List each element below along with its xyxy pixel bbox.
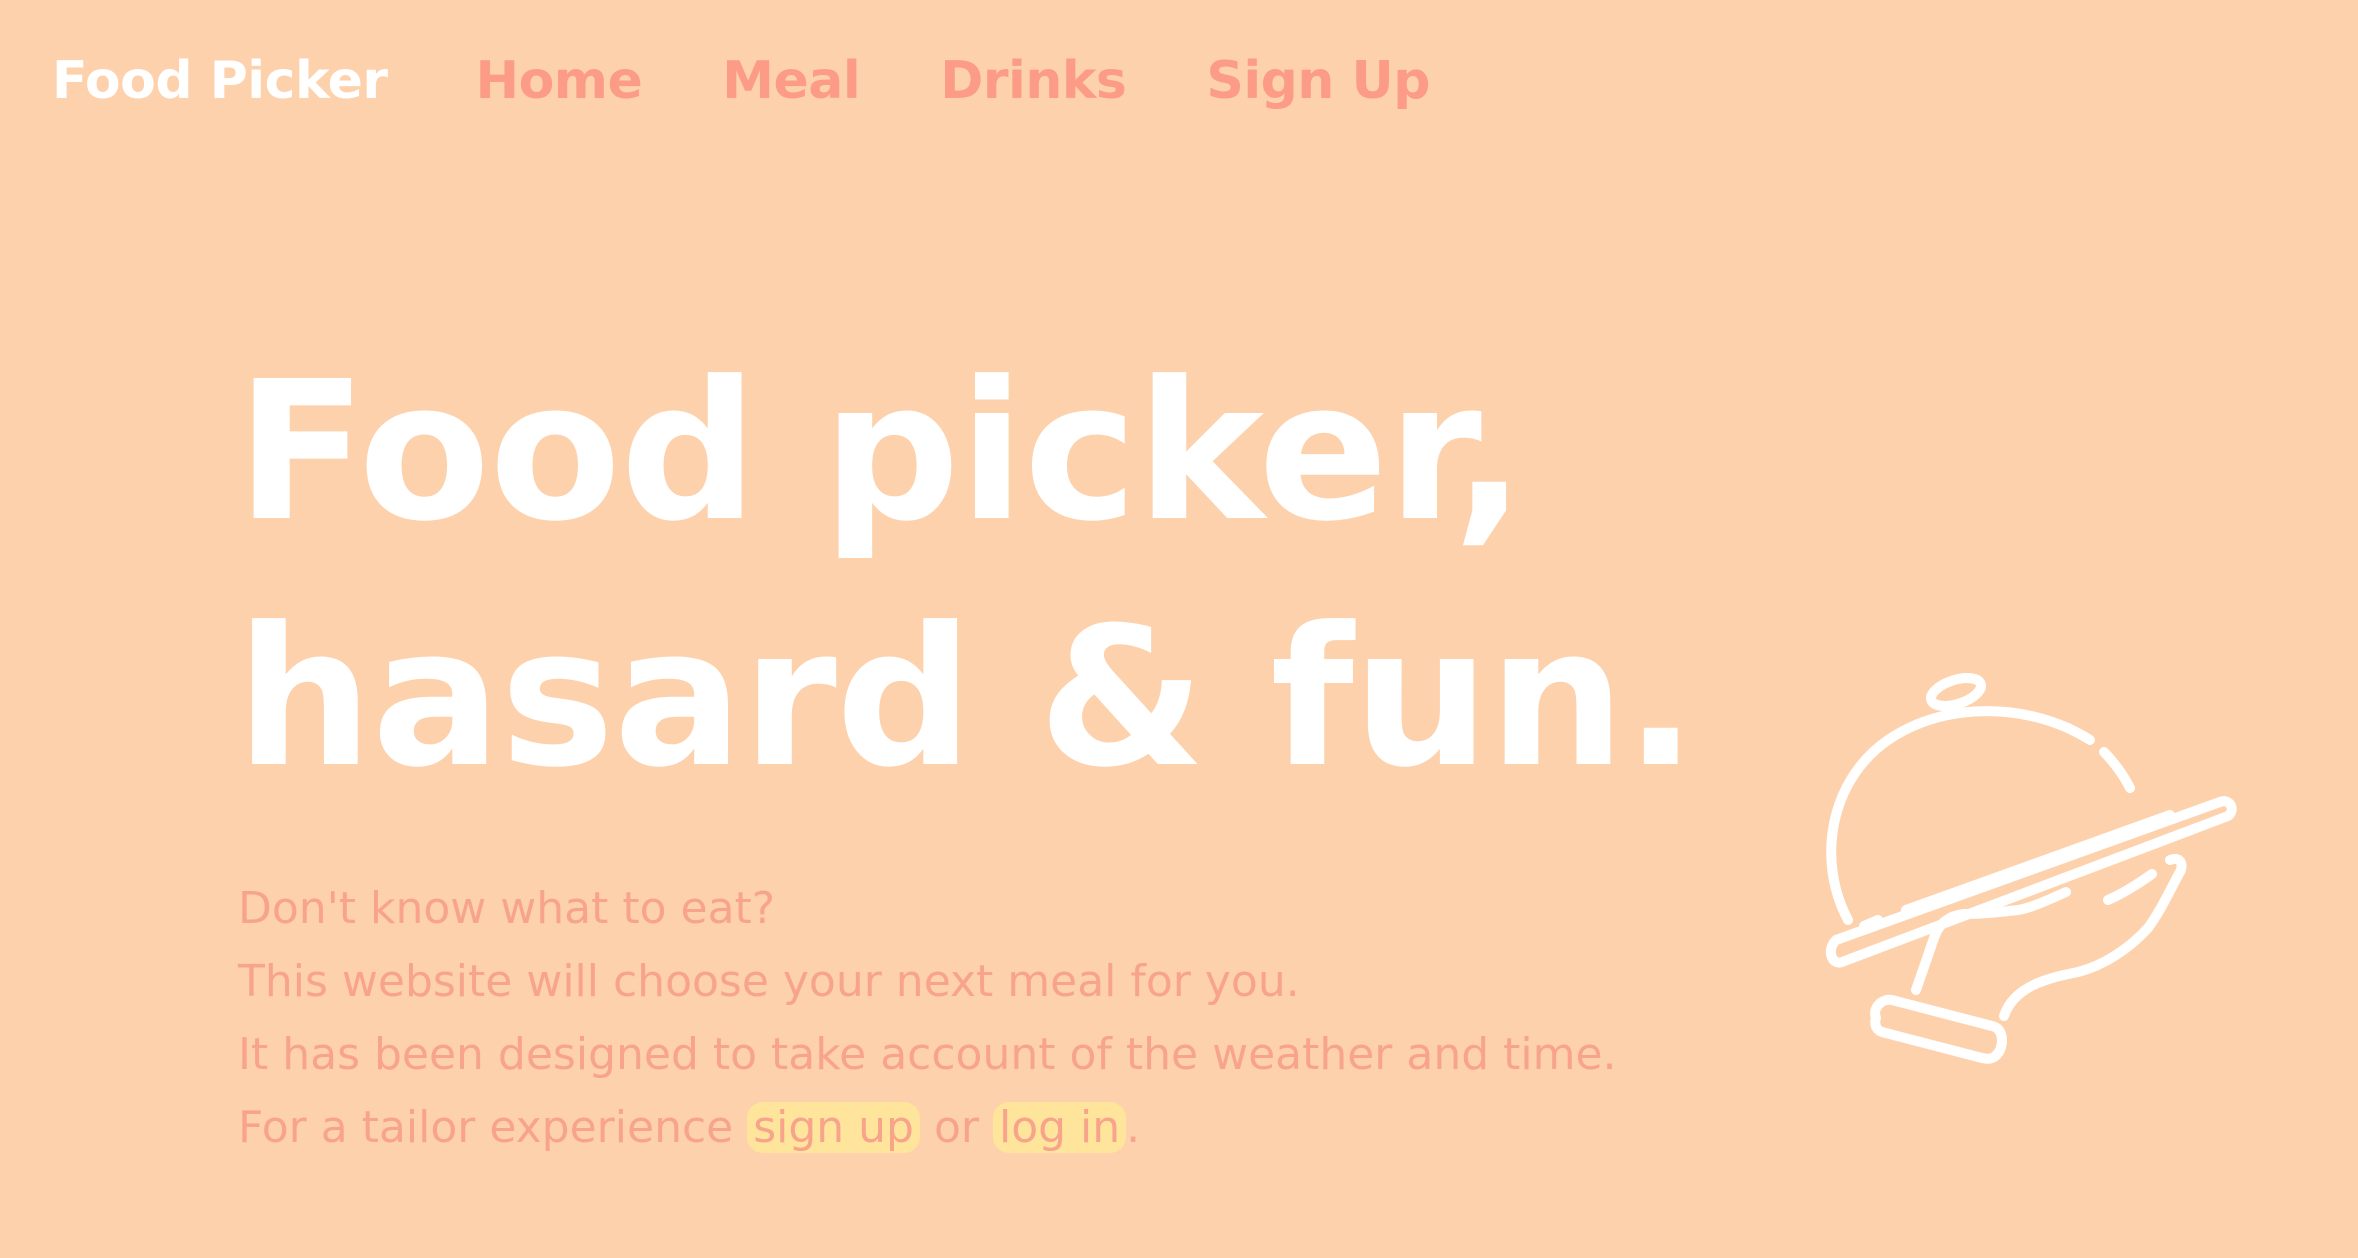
nav-link-sign-up[interactable]: Sign Up — [1206, 51, 1430, 111]
hero-title-line-1: Food picker, — [236, 341, 1526, 564]
serving-cloche-icon — [1825, 673, 2237, 1064]
cta-suffix: . — [1126, 1102, 1141, 1153]
hero-description-line-3: It has been designed to take account of … — [238, 1029, 1617, 1080]
nav-link-meal[interactable]: Meal — [722, 51, 860, 111]
cta-middle: or — [919, 1102, 993, 1153]
hero-title-line-2: hasard & fun. — [236, 587, 1697, 810]
hero-description-line-1: Don't know what to eat? — [238, 883, 776, 934]
log-in-link[interactable]: log in — [992, 1102, 1127, 1153]
nav-link-home[interactable]: Home — [476, 51, 643, 111]
hero-title: Food picker, hasard & fun. — [236, 330, 1697, 822]
sign-up-link[interactable]: sign up — [747, 1102, 920, 1153]
hero-description: Don't know what to eat? This website wil… — [238, 872, 1617, 1164]
hero-cta-line: For a tailor experience sign up or log i… — [238, 1091, 1617, 1164]
brand-logo[interactable]: Food Picker — [52, 51, 388, 111]
cta-prefix: For a tailor experience — [238, 1102, 748, 1153]
page: Food Picker Home Meal Drinks Sign Up Foo… — [0, 0, 2358, 1258]
hero-description-line-2: This website will choose your next meal … — [238, 956, 1300, 1007]
nav-link-drinks[interactable]: Drinks — [940, 51, 1127, 111]
top-nav: Food Picker Home Meal Drinks Sign Up — [52, 46, 1510, 116]
